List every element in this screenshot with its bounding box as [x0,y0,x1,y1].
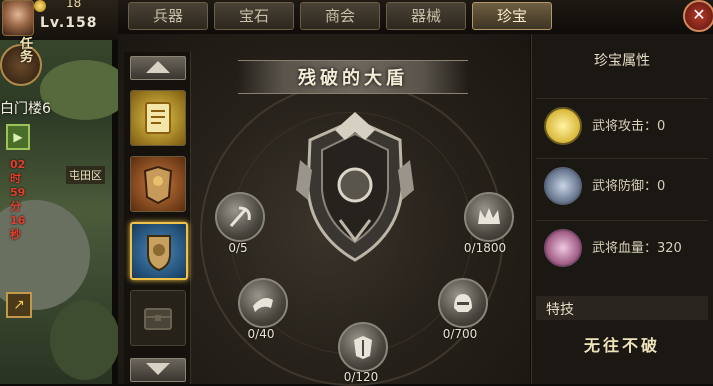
gem-count: 0/700 [442,327,478,341]
treasure-slot-armor[interactable] [130,156,186,212]
treasure-slot-shield[interactable] [130,222,188,280]
defense-icon [544,167,582,205]
attribute-label: 武将防御：0 [592,179,666,194]
close-icon[interactable]: ✕ [683,0,713,32]
axe-gem-icon [229,206,251,227]
scroll-book-icon [145,102,171,134]
gate-label: 白门楼6 [0,101,51,117]
gem-slot-axe[interactable] [215,192,265,242]
expand-arrow-icon[interactable]: ↗ [6,292,32,318]
armor-gem-icon [354,336,372,359]
treasure-shield-image [296,112,414,262]
shield-icon [147,235,171,272]
hill [40,60,130,120]
forest [50,300,120,380]
gem-slot-crown[interactable] [464,192,514,242]
gem-slot-helmet[interactable] [438,278,488,328]
attribute-row-attack: 武将攻击：0 [536,98,708,151]
tab-weapons[interactable]: 兵器 [128,2,208,30]
gem-slot-bracer[interactable] [238,278,288,328]
coin-icon [34,0,46,12]
arrow-down-icon [146,363,170,375]
attribute-title: 珍宝属性 [594,53,650,69]
tab-guild[interactable]: 商会 [300,2,380,30]
gem-count: 0/1800 [463,241,507,255]
gem-count: 0/40 [247,327,275,341]
bracer-gem-icon [253,298,273,312]
scroll-down-button[interactable] [130,358,186,382]
attribute-row-health: 武将血量：320 [536,220,708,273]
tuntian-label[interactable]: 屯田区 [66,166,105,184]
health-icon [544,229,582,267]
crown-gem-icon [478,208,500,224]
chest-icon [144,308,172,330]
coin-count: 18 [66,0,82,10]
tab-bar: 兵器 宝石 商会 器械 珍宝 [118,0,713,34]
arrow-up-icon [146,61,170,73]
treasure-list [124,52,191,384]
tab-gems[interactable]: 宝石 [214,2,294,30]
skill-header-label: 特技 [546,302,574,318]
treasure-slot-book[interactable] [130,90,186,146]
gem-count: 0/5 [228,241,248,255]
attack-icon [544,107,582,145]
scroll-up-button[interactable] [130,56,186,80]
attribute-row-defense: 武将防御：0 [536,158,708,211]
attribute-label: 武将攻击：0 [592,119,666,134]
tab-treasure[interactable]: 珍宝 [472,2,552,30]
helmet-gem-icon [454,294,472,312]
player-avatar[interactable] [2,0,34,36]
play-icon[interactable]: ▶ [6,124,30,150]
player-level: Lv.158 [40,15,98,31]
gem-count: 0/120 [343,370,379,384]
treasure-slot-locked[interactable] [130,290,186,346]
task-label: 任务 [20,37,34,65]
tab-siege[interactable]: 器械 [386,2,466,30]
countdown-timer: 02时59分16秒 [10,158,26,241]
gem-slot-armor[interactable] [338,322,388,372]
treasure-name: 残破的大盾 [298,68,408,89]
armor-icon [143,165,173,205]
attribute-label: 武将血量：320 [592,241,682,256]
skill-name: 无往不破 [583,336,660,355]
